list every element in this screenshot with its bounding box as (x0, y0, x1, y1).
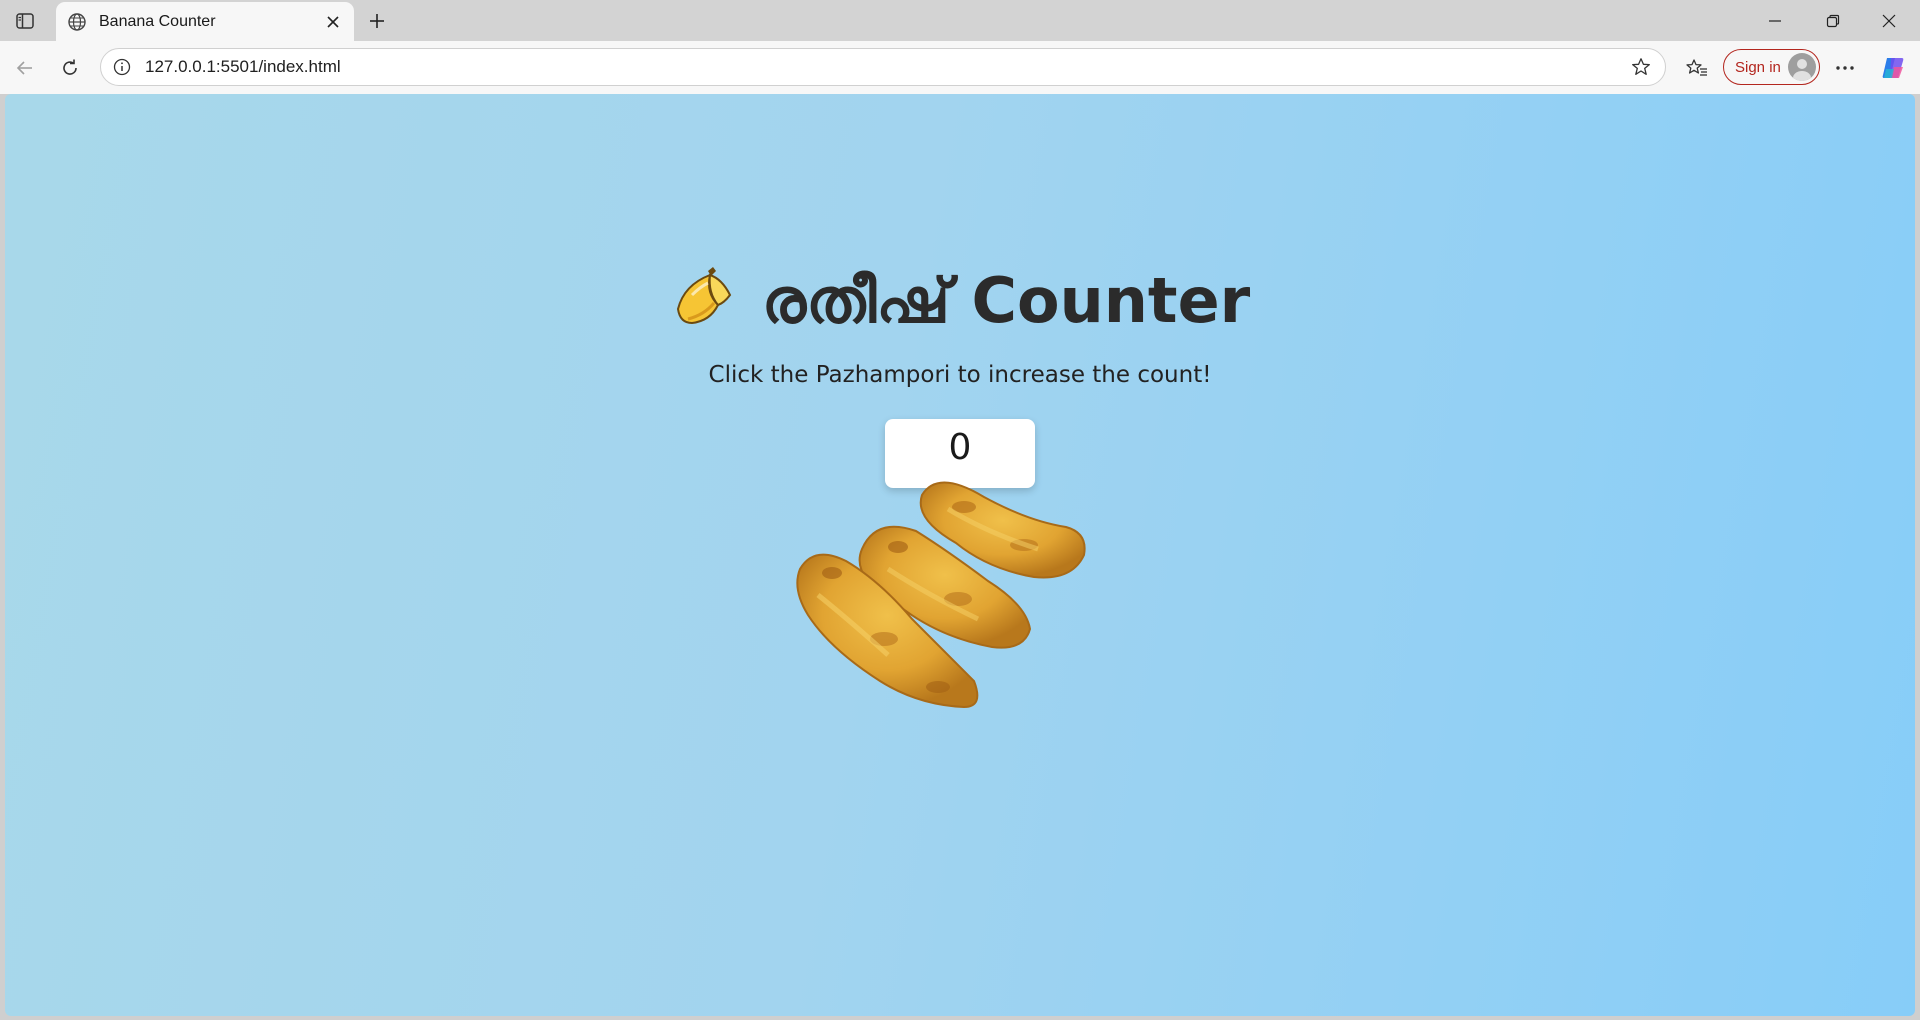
banana-icon (670, 265, 738, 344)
tab-strip: Banana Counter (0, 0, 1920, 41)
pazhampori-image[interactable] (788, 469, 1133, 729)
minimize-icon[interactable] (1753, 6, 1797, 36)
close-icon[interactable] (320, 9, 346, 35)
instruction-text: Click the Pazhampori to increase the cou… (708, 362, 1212, 388)
tab-title: Banana Counter (99, 12, 216, 30)
star-icon[interactable] (1627, 53, 1655, 81)
url-text[interactable]: 127.0.0.1:5501/index.html (145, 57, 1627, 77)
more-icon[interactable] (1828, 51, 1862, 85)
address-bar[interactable]: 127.0.0.1:5501/index.html (100, 48, 1666, 86)
page-viewport: രതീഷ് Counter Click the Pazhampori to in… (5, 94, 1915, 1016)
plus-icon[interactable] (362, 6, 392, 36)
sidebar-toggle-icon[interactable] (10, 8, 40, 34)
copilot-icon[interactable] (1876, 51, 1910, 85)
page-title: രതീഷ് Counter (5, 264, 1915, 344)
sign-in-label: Sign in (1735, 58, 1781, 76)
avatar (1788, 53, 1816, 81)
restore-icon[interactable] (1811, 6, 1855, 36)
sign-in-button[interactable]: Sign in (1723, 49, 1820, 85)
active-tab[interactable]: Banana Counter (56, 2, 354, 41)
reload-icon[interactable] (53, 51, 87, 85)
count-value: 0 (948, 427, 972, 468)
globe-icon (65, 10, 89, 34)
arrow-left-icon[interactable] (8, 51, 42, 85)
info-icon[interactable] (111, 56, 133, 78)
window-close-icon[interactable] (1867, 6, 1911, 36)
browser-toolbar: 127.0.0.1:5501/index.html Sign in (0, 41, 1920, 94)
page-title-text: രതീഷ് Counter (761, 264, 1251, 337)
favorites-icon[interactable] (1680, 51, 1714, 85)
